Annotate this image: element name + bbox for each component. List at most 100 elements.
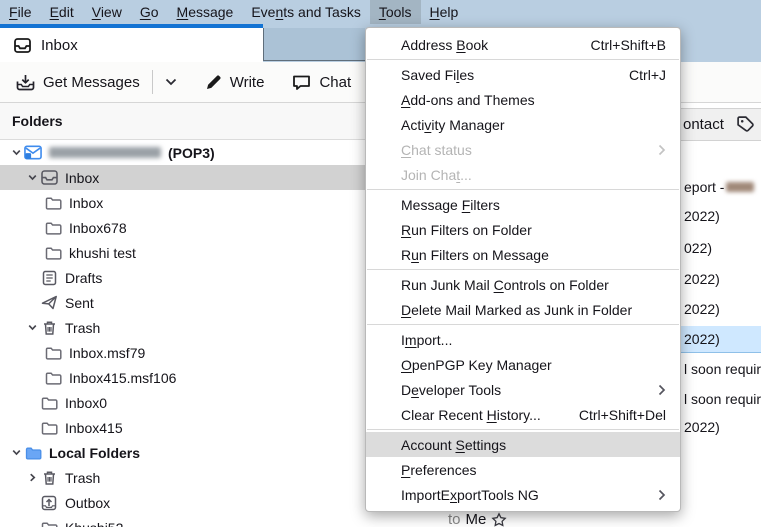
folder-row-inbox415-msf106[interactable]: Inbox415.msf106 bbox=[0, 365, 365, 390]
menu-item-import[interactable]: Import... bbox=[366, 327, 680, 352]
folder-row-inbox[interactable]: Inbox bbox=[0, 165, 365, 190]
chat-bubble-icon bbox=[292, 74, 311, 91]
get-messages-dropdown-button[interactable] bbox=[159, 74, 183, 90]
chevron-down-icon[interactable] bbox=[24, 322, 40, 333]
shortcut-label: Ctrl+Shift+Del bbox=[579, 407, 666, 423]
get-messages-button[interactable]: Get Messages bbox=[10, 70, 146, 95]
folder-row-sent[interactable]: Sent bbox=[0, 290, 365, 315]
menu-item-importexporttools-ng[interactable]: ImportExportTools NG bbox=[366, 482, 680, 507]
menubar-item-view[interactable]: View bbox=[83, 0, 131, 24]
folder-icon bbox=[40, 396, 58, 410]
folder-icon bbox=[44, 371, 62, 385]
menu-item-delete-junk-mail[interactable]: Delete Mail Marked as Junk in Folder bbox=[366, 297, 680, 322]
message-row[interactable]: 2022) bbox=[681, 416, 761, 438]
folder-row-khushi52-partial[interactable]: Khushi52 bbox=[0, 515, 365, 527]
star-icon[interactable] bbox=[491, 512, 507, 527]
folder-tree: (POP3) Inbox Inbox Inbox678 khushi test … bbox=[0, 140, 365, 527]
message-row[interactable]: 2022) bbox=[681, 205, 761, 227]
menu-item-address-book[interactable]: Address Book Ctrl+Shift+B bbox=[366, 32, 680, 57]
submenu-arrow-icon bbox=[658, 384, 666, 396]
folder-icon bbox=[44, 346, 62, 360]
shortcut-label: Ctrl+Shift+B bbox=[591, 37, 666, 53]
message-header-toolbar-partial: ontact bbox=[681, 108, 761, 141]
folder-blue-icon bbox=[24, 446, 42, 460]
menu-item-clear-recent-history[interactable]: Clear Recent History... Ctrl+Shift+Del bbox=[366, 402, 680, 427]
menu-item-message-filters[interactable]: Message Filters bbox=[366, 192, 680, 217]
redacted-sender-name bbox=[726, 182, 754, 192]
menubar-item-edit[interactable]: Edit bbox=[41, 0, 83, 24]
message-row[interactable]: 2022) bbox=[681, 298, 761, 320]
menu-item-run-filters-on-message[interactable]: Run Filters on Message bbox=[366, 242, 680, 267]
menu-item-addons-and-themes[interactable]: Add-ons and Themes bbox=[366, 87, 680, 112]
redacted-account-name bbox=[49, 147, 161, 158]
folders-pane-header: Folders bbox=[0, 103, 365, 140]
folder-row-inbox415[interactable]: Inbox415 bbox=[0, 415, 365, 440]
folder-row-local-trash[interactable]: Trash bbox=[0, 465, 365, 490]
tab-strip-background-block bbox=[263, 28, 365, 61]
menu-separator bbox=[367, 429, 679, 430]
chevron-down-icon[interactable] bbox=[8, 447, 24, 458]
folder-icon bbox=[40, 521, 58, 527]
tools-menu-popup: Address Book Ctrl+Shift+B Saved Files Ct… bbox=[365, 27, 681, 512]
menu-item-developer-tools[interactable]: Developer Tools bbox=[366, 377, 680, 402]
menu-item-account-settings[interactable]: Account Settings bbox=[366, 432, 680, 457]
folder-row-local-folders[interactable]: Local Folders bbox=[0, 440, 365, 465]
chevron-down-icon[interactable] bbox=[24, 172, 40, 183]
menubar-item-events-and-tasks[interactable]: Events and Tasks bbox=[242, 0, 369, 24]
folder-icon bbox=[44, 196, 62, 210]
menu-item-run-filters-on-folder[interactable]: Run Filters on Folder bbox=[366, 217, 680, 242]
menu-item-chat-status[interactable]: Chat status bbox=[366, 137, 680, 162]
menu-item-openpgp-key-manager[interactable]: OpenPGP Key Manager bbox=[366, 352, 680, 377]
folder-row-inbox678[interactable]: Inbox678 bbox=[0, 215, 365, 240]
tag-icon[interactable] bbox=[736, 115, 755, 134]
folder-row-trash[interactable]: Trash bbox=[0, 315, 365, 340]
outbox-tray-icon bbox=[40, 495, 58, 511]
shortcut-label: Ctrl+J bbox=[629, 67, 666, 83]
get-messages-icon bbox=[16, 74, 35, 91]
message-row[interactable]: 2022) bbox=[681, 268, 761, 290]
menubar-item-message[interactable]: Message bbox=[168, 0, 243, 24]
write-button[interactable]: Write bbox=[199, 70, 271, 95]
menubar-item-tools[interactable]: Tools bbox=[370, 0, 421, 24]
folder-row-outbox[interactable]: Outbox bbox=[0, 490, 365, 515]
folder-icon bbox=[44, 246, 62, 260]
folder-icon bbox=[40, 421, 58, 435]
message-row-selected[interactable]: 2022) bbox=[681, 326, 761, 353]
folder-row-khushi-test[interactable]: khushi test bbox=[0, 240, 365, 265]
drafts-note-icon bbox=[40, 270, 58, 286]
menu-bar: File Edit View Go Message Events and Tas… bbox=[0, 0, 761, 24]
inbox-tab-icon bbox=[14, 38, 31, 53]
menu-item-saved-files[interactable]: Saved Files Ctrl+J bbox=[366, 62, 680, 87]
menu-item-preferences[interactable]: Preferences bbox=[366, 457, 680, 482]
message-row[interactable]: l soon requir bbox=[681, 358, 761, 380]
menu-item-activity-manager[interactable]: Activity Manager bbox=[366, 112, 680, 137]
menu-separator bbox=[367, 189, 679, 190]
chevron-right-icon[interactable] bbox=[24, 472, 40, 483]
menu-separator bbox=[367, 59, 679, 60]
toolbar-separator bbox=[152, 70, 153, 94]
trash-can-icon bbox=[40, 470, 58, 486]
folder-row-inbox0[interactable]: Inbox0 bbox=[0, 390, 365, 415]
menubar-item-help[interactable]: Help bbox=[421, 0, 468, 24]
menubar-item-file[interactable]: File bbox=[0, 0, 41, 24]
folder-row-drafts[interactable]: Drafts bbox=[0, 265, 365, 290]
message-recipient-partial: to Me bbox=[448, 511, 507, 527]
menu-separator bbox=[367, 269, 679, 270]
inbox-tray-icon bbox=[40, 170, 58, 185]
account-mail-icon bbox=[24, 145, 42, 160]
folder-row-inbox-msf79[interactable]: Inbox.msf79 bbox=[0, 340, 365, 365]
contact-button-partial[interactable]: ontact bbox=[683, 116, 724, 133]
pencil-icon bbox=[205, 74, 222, 91]
tab-inbox[interactable]: Inbox bbox=[0, 24, 263, 62]
sent-plane-icon bbox=[40, 295, 58, 310]
menubar-item-go[interactable]: Go bbox=[131, 0, 168, 24]
folder-row-inbox-sub[interactable]: Inbox bbox=[0, 190, 365, 215]
chevron-down-icon[interactable] bbox=[8, 147, 24, 158]
chat-button[interactable]: Chat bbox=[286, 70, 357, 95]
message-row[interactable]: l soon requir bbox=[681, 388, 761, 410]
menu-item-join-chat[interactable]: Join Chat... bbox=[366, 162, 680, 187]
folder-row-account[interactable]: (POP3) bbox=[0, 140, 365, 165]
message-row[interactable]: eport - bbox=[681, 176, 761, 198]
message-row[interactable]: 022) bbox=[681, 237, 761, 259]
menu-item-run-junk-mail-controls[interactable]: Run Junk Mail Controls on Folder bbox=[366, 272, 680, 297]
